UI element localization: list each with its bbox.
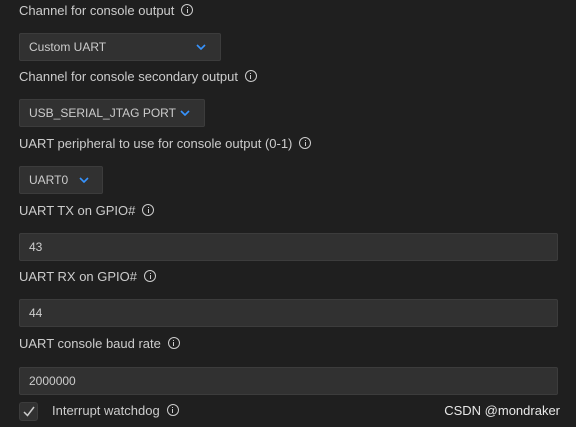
console-channel-value: Custom UART xyxy=(29,40,107,54)
info-icon[interactable] xyxy=(166,404,179,416)
uart-rx-input[interactable]: 44 xyxy=(19,299,558,327)
info-icon[interactable] xyxy=(244,70,257,82)
chevron-down-icon xyxy=(196,44,206,50)
chevron-down-icon xyxy=(79,177,89,183)
interrupt-watchdog-checkbox[interactable] xyxy=(19,402,38,421)
uart-tx-input[interactable]: 43 xyxy=(19,233,558,261)
checkmark-icon xyxy=(23,406,35,417)
uart-tx-value: 43 xyxy=(29,240,43,254)
console-channel-label: Channel for console output xyxy=(19,1,194,19)
console-secondary-select[interactable]: USB_SERIAL_JTAG PORT xyxy=(19,99,205,127)
uart-peripheral-select[interactable]: UART0 xyxy=(19,166,103,194)
uart-tx-label-text: UART TX on GPIO# xyxy=(19,202,136,218)
baud-rate-value: 2000000 xyxy=(29,374,76,388)
uart-peripheral-label-text: UART peripheral to use for console outpu… xyxy=(19,135,293,151)
console-channel-select[interactable]: Custom UART xyxy=(19,33,221,61)
console-secondary-label-text: Channel for console secondary output xyxy=(19,68,238,84)
interrupt-watchdog-label: Interrupt watchdog xyxy=(52,401,179,419)
chevron-down-icon xyxy=(180,110,190,116)
uart-peripheral-label: UART peripheral to use for console outpu… xyxy=(19,134,312,152)
info-icon[interactable] xyxy=(144,270,157,282)
console-secondary-label: Channel for console secondary output xyxy=(19,67,257,85)
console-secondary-value: USB_SERIAL_JTAG PORT xyxy=(29,106,176,120)
uart-peripheral-value: UART0 xyxy=(29,173,69,187)
baud-rate-input[interactable]: 2000000 xyxy=(19,367,558,395)
console-channel-label-text: Channel for console output xyxy=(19,2,175,18)
baud-rate-label-text: UART console baud rate xyxy=(19,335,161,351)
uart-rx-label: UART RX on GPIO# xyxy=(19,267,157,285)
uart-rx-label-text: UART RX on GPIO# xyxy=(19,268,138,284)
info-icon[interactable] xyxy=(167,337,180,349)
interrupt-watchdog-label-text: Interrupt watchdog xyxy=(52,402,160,418)
info-icon[interactable] xyxy=(142,204,155,216)
info-icon[interactable] xyxy=(299,137,312,149)
baud-rate-label: UART console baud rate xyxy=(19,334,180,352)
info-icon[interactable] xyxy=(181,4,194,16)
uart-tx-label: UART TX on GPIO# xyxy=(19,201,155,219)
watermark: CSDN @mondraker xyxy=(444,403,560,418)
uart-rx-value: 44 xyxy=(29,306,43,320)
